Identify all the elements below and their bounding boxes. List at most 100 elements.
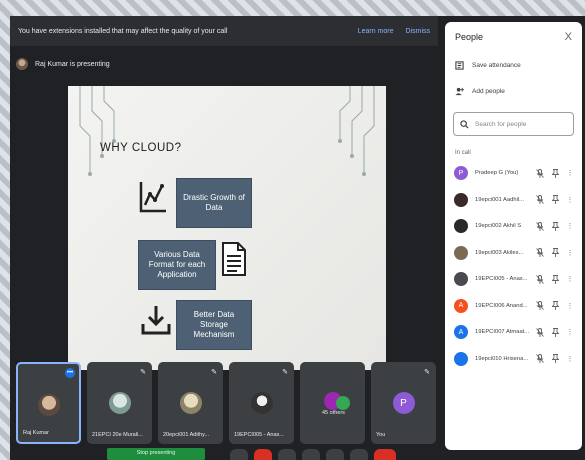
meet-window: You have extensions installed that may a… (10, 16, 585, 460)
avatar (454, 245, 468, 260)
extension-banner: You have extensions installed that may a… (10, 16, 438, 46)
mic-off-icon: ✎ (211, 369, 217, 376)
participant-row[interactable]: 19EPCI005 - Anas... ⋮ (445, 266, 582, 293)
tile-participant[interactable]: ✎ 21EPCI 20e Murali... (87, 362, 152, 444)
more-options-button[interactable] (350, 449, 368, 460)
mic-off-icon[interactable] (534, 167, 546, 179)
avatar: A (454, 325, 468, 340)
tile-self[interactable]: ✎ P You (371, 362, 436, 444)
avatar (454, 351, 468, 366)
participant-row[interactable]: 19epci001 Aadhil... ⋮ (445, 187, 582, 214)
participant-row[interactable]: 19epci002 Akhil S ⋮ (445, 213, 582, 240)
others-avatar-icon (336, 396, 350, 410)
mic-off-icon: ✎ (282, 369, 288, 376)
participant-row[interactable]: A 19EPCI006 Anand... ⋮ (445, 293, 582, 320)
tile-participant[interactable]: ✎ 19EPCI005 - Anas... (229, 362, 294, 444)
mic-off-icon[interactable] (534, 300, 546, 312)
mic-button[interactable] (230, 449, 248, 460)
avatar (179, 392, 202, 414)
save-attendance-label: Save attendance (472, 61, 521, 69)
save-attendance-button[interactable]: Save attendance (445, 52, 582, 78)
slide-box-storage: Better Data Storage Mechanism (176, 300, 252, 350)
pin-icon[interactable] (549, 300, 561, 312)
participant-name: 19EPCI005 - Anas... (475, 276, 528, 283)
more-vert-icon[interactable]: ⋮ (564, 220, 576, 232)
avatar: P (454, 166, 468, 181)
stop-presenting-button[interactable]: Stop presenting (107, 448, 205, 460)
participant-name: 19epci003 Akiles... (475, 249, 524, 256)
avatar (37, 394, 60, 416)
avatar (108, 392, 131, 414)
more-vert-icon[interactable]: ⋮ (564, 194, 576, 206)
people-panel: People X Save attendance Add people Sear… (445, 22, 582, 450)
camera-button[interactable] (254, 449, 272, 460)
more-vert-icon[interactable]: ⋮ (564, 167, 576, 179)
pin-icon[interactable] (549, 167, 561, 179)
pin-icon[interactable] (549, 353, 561, 365)
tile-name: 19EPCI005 - Anas... (234, 432, 284, 438)
participant-row[interactable]: 19epci010 Hrisena... ⋮ (445, 346, 582, 373)
dismiss-link[interactable]: Dismiss (406, 28, 431, 35)
more-vert-icon[interactable]: ⋮ (564, 247, 576, 259)
panel-title: People (455, 32, 484, 42)
tile-name: 20epci001 Adithy... (163, 432, 210, 438)
tile-name: 21EPCI 20e Murali... (92, 432, 143, 438)
control-bar: Stop presenting (10, 448, 585, 460)
participant-name: 19epci010 Hrisena... (475, 355, 529, 362)
avatar (250, 392, 273, 414)
present-button[interactable] (326, 449, 344, 460)
search-input[interactable]: Search for people (453, 112, 574, 136)
more-vert-icon[interactable]: ⋮ (564, 273, 576, 285)
add-person-icon (455, 87, 464, 95)
participant-name: 19epci001 Aadhil... (475, 196, 524, 203)
participant-name: Pradeep G (You) (475, 170, 519, 177)
participant-row[interactable]: P Pradeep G (You) ⋮ (445, 160, 582, 187)
presenting-indicator: Raj Kumar is presenting (16, 54, 110, 74)
participant-name: 19EPCI007 Atmaat... (475, 329, 530, 336)
mic-off-icon: ✎ (140, 369, 146, 376)
raise-hand-button[interactable] (302, 449, 320, 460)
learn-more-link[interactable]: Learn more (358, 28, 394, 35)
mic-off-icon[interactable] (534, 194, 546, 206)
banner-message: You have extensions installed that may a… (18, 27, 228, 35)
pin-icon[interactable] (549, 247, 561, 259)
leave-call-button[interactable] (374, 449, 396, 460)
in-call-heading: In call (455, 150, 471, 156)
document-icon (222, 242, 246, 276)
tile-participant[interactable]: ✎ 20epci001 Adithy... (158, 362, 223, 444)
pin-icon[interactable] (549, 273, 561, 285)
tile-others[interactable]: 45 others (300, 362, 365, 444)
panel-header: People X (445, 22, 582, 52)
mic-off-icon: ✎ (424, 369, 430, 376)
circuit-decoration-right (338, 86, 375, 176)
participant-row[interactable]: 19epci003 Akiles... ⋮ (445, 240, 582, 267)
participant-row[interactable]: A 19EPCI007 Atmaat... ⋮ (445, 319, 582, 346)
mic-off-icon[interactable] (534, 326, 546, 338)
mic-off-icon[interactable] (534, 353, 546, 365)
attendance-icon (455, 60, 464, 70)
avatar (454, 219, 468, 234)
search-icon (460, 119, 469, 129)
close-icon[interactable]: X (565, 31, 572, 43)
more-vert-icon[interactable]: ⋮ (564, 326, 576, 338)
participant-tiles: ••• Raj Kumar ✎ 21EPCI 20e Murali... ✎ 2… (16, 362, 444, 444)
more-options-icon[interactable]: ••• (65, 368, 75, 378)
slide-title: WHY CLOUD? (100, 142, 182, 154)
tile-presenter[interactable]: ••• Raj Kumar (16, 362, 81, 444)
mic-off-icon[interactable] (534, 247, 546, 259)
add-people-button[interactable]: Add people (445, 78, 582, 104)
avatar: P (392, 392, 415, 414)
mic-off-icon[interactable] (534, 273, 546, 285)
pin-icon[interactable] (549, 220, 561, 232)
captions-button[interactable] (278, 449, 296, 460)
pin-icon[interactable] (549, 326, 561, 338)
shared-slide: WHY CLOUD? Drastic Growth of Data Variou… (68, 86, 386, 370)
slide-box-growth: Drastic Growth of Data (176, 178, 252, 228)
pin-icon[interactable] (549, 194, 561, 206)
avatar (454, 192, 468, 207)
mic-off-icon[interactable] (534, 220, 546, 232)
growth-chart-icon (139, 182, 166, 213)
avatar (454, 272, 468, 287)
more-vert-icon[interactable]: ⋮ (564, 353, 576, 365)
more-vert-icon[interactable]: ⋮ (564, 300, 576, 312)
